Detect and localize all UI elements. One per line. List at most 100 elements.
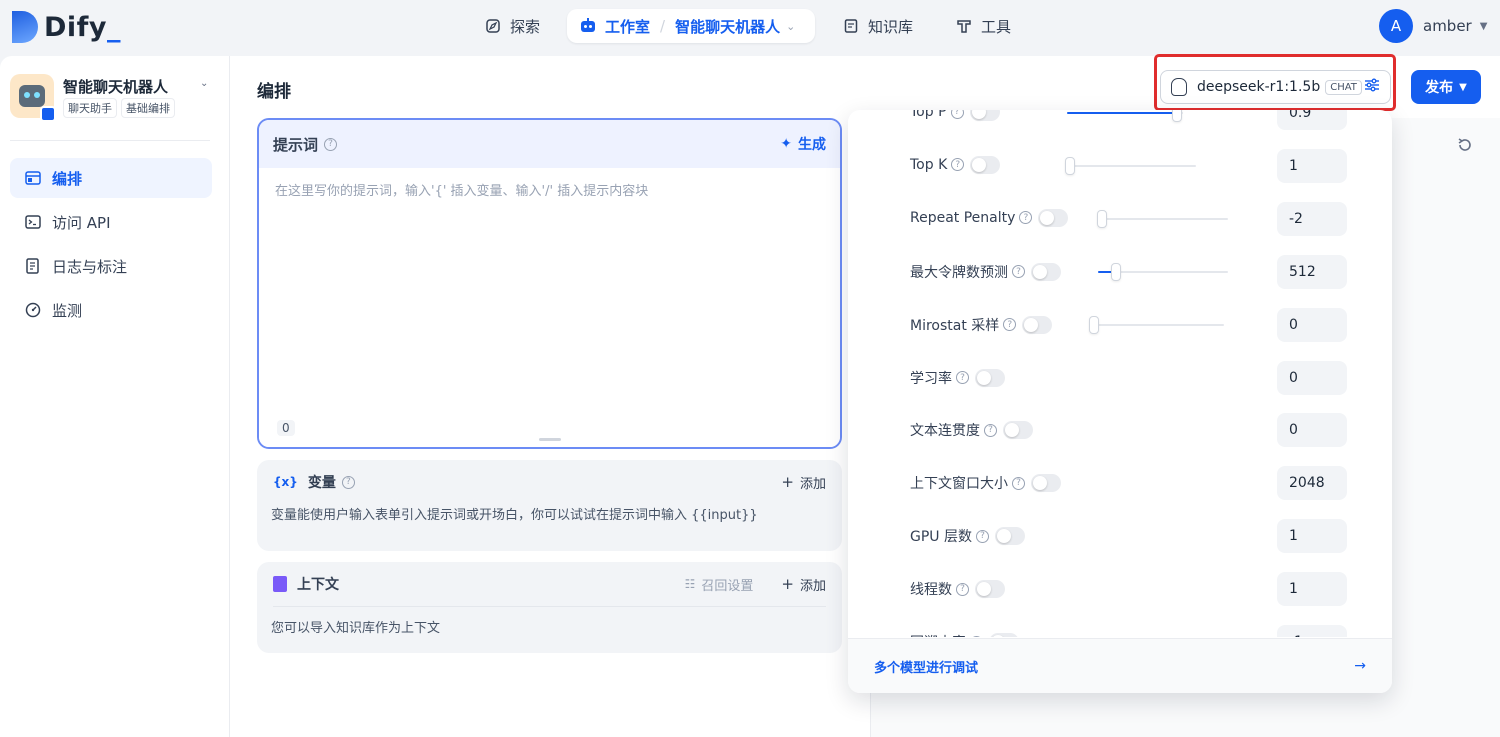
param-value-input[interactable]: 1 xyxy=(1277,148,1347,183)
nav-tools[interactable]: 工具 xyxy=(943,9,1023,43)
prompt-placeholder: 在这里写你的提示词，输入'{' 插入变量、输入'/' 插入提示内容块 xyxy=(275,184,649,199)
slider-thumb[interactable] xyxy=(1097,209,1107,228)
layout-icon xyxy=(24,169,42,187)
param-slider[interactable] xyxy=(1089,315,1224,334)
param-value-input[interactable]: 1 xyxy=(1277,519,1347,554)
help-icon[interactable]: ? xyxy=(970,635,983,637)
sidebar-item-logs[interactable]: 日志与标注 xyxy=(10,246,212,286)
param-value-input[interactable]: -1 xyxy=(1277,625,1347,637)
nav-explore[interactable]: 探索 xyxy=(472,9,552,43)
help-icon[interactable]: ? xyxy=(1003,318,1017,332)
param-value-input[interactable]: 0 xyxy=(1277,307,1347,342)
param-value-input[interactable]: 0 xyxy=(1277,413,1347,448)
param-toggle[interactable] xyxy=(1031,262,1061,281)
param-label: 回溯内容 xyxy=(910,632,966,637)
help-icon[interactable]: ? xyxy=(950,110,964,119)
dify-logo-mark-icon xyxy=(12,11,38,43)
publish-button[interactable]: 发布 ▼ xyxy=(1411,70,1481,104)
param-slider[interactable] xyxy=(1098,262,1228,281)
sliders-icon: ☷ xyxy=(684,577,696,591)
param-value-input[interactable]: 1 xyxy=(1277,572,1347,607)
param-toggle[interactable] xyxy=(1003,421,1033,440)
app-name[interactable]: 智能聊天机器人 xyxy=(63,76,168,97)
slider-thumb[interactable] xyxy=(1065,156,1075,175)
chevron-down-icon: ⌄ xyxy=(786,19,796,33)
param-label: Top K xyxy=(910,156,948,173)
params-list[interactable]: Top P? 0.9 Top K? 1 Repeat Penalty? -2 最大令牌数预测… xyxy=(848,110,1392,637)
model-selector-button[interactable]: deepseek-r1:1.5b CHAT xyxy=(1160,70,1391,104)
add-context-button[interactable]: + 添加 xyxy=(781,575,826,594)
sidebar: 智能聊天机器人 ⌄ 聊天助手 基础编排 编排 访问 API 日志与标注 监测 xyxy=(0,56,230,737)
slider-thumb[interactable] xyxy=(1111,262,1122,281)
compass-icon xyxy=(484,17,502,35)
param-label: 最大令牌数预测 xyxy=(910,264,1008,281)
multi-model-debug-link[interactable]: 多个模型进行调试 xyxy=(874,657,978,676)
generate-button[interactable]: ✦ 生成 xyxy=(780,134,826,154)
slider-thumb[interactable] xyxy=(1089,315,1099,334)
model-name: deepseek-r1:1.5b xyxy=(1197,79,1321,95)
robot-face-icon xyxy=(19,85,45,107)
help-icon[interactable]: ? xyxy=(956,371,969,384)
sidebar-item-orchestrate[interactable]: 编排 xyxy=(10,158,212,198)
help-icon[interactable]: ? xyxy=(324,137,338,151)
prompt-input[interactable]: 在这里写你的提示词，输入'{' 插入变量、输入'/' 插入提示内容块 0 xyxy=(259,168,840,447)
param-label: 上下文窗口大小 xyxy=(910,476,1008,493)
help-icon[interactable]: ? xyxy=(341,475,355,489)
param-row: 学习率? 0 xyxy=(848,360,1392,395)
help-icon[interactable]: ? xyxy=(984,423,997,437)
param-toggle[interactable] xyxy=(975,368,1005,387)
user-menu[interactable]: A amber ▼ xyxy=(1379,8,1487,44)
param-toggle[interactable] xyxy=(1031,474,1061,493)
resize-handle[interactable] xyxy=(539,438,561,441)
terminal-icon xyxy=(24,213,42,231)
param-toggle[interactable] xyxy=(1038,208,1069,227)
refresh-icon[interactable] xyxy=(1456,136,1476,156)
nav-studio[interactable]: 工作室 / 智能聊天机器人 ⌄ xyxy=(567,9,815,43)
param-toggle[interactable] xyxy=(995,527,1025,546)
hammer-icon xyxy=(955,17,973,35)
param-toggle[interactable] xyxy=(975,580,1005,599)
page-title: 编排 xyxy=(257,82,291,102)
slider-fill xyxy=(1067,112,1178,114)
param-value-input[interactable]: 0 xyxy=(1277,360,1347,395)
nav-knowledge[interactable]: 知识库 xyxy=(830,9,925,43)
param-toggle[interactable] xyxy=(969,110,1000,121)
dify-logo[interactable]: Dify_ xyxy=(12,10,121,44)
help-icon[interactable]: ? xyxy=(976,529,989,543)
param-row: 文本连贯度? 0 xyxy=(848,413,1392,448)
add-variable-button[interactable]: + 添加 xyxy=(781,473,826,492)
chat-app-badge-icon xyxy=(40,106,56,122)
param-value-input[interactable]: 2048 xyxy=(1277,466,1347,501)
recall-settings-button[interactable]: ☷ 召回设置 xyxy=(685,575,754,594)
param-toggle[interactable] xyxy=(1022,315,1053,334)
prompt-title: 提示词 xyxy=(273,135,319,154)
param-slider[interactable] xyxy=(1065,156,1196,175)
chevron-down-icon[interactable]: ⌄ xyxy=(200,78,208,89)
help-icon[interactable]: ? xyxy=(1019,211,1033,225)
param-value-input[interactable]: 0.9 xyxy=(1277,110,1347,130)
param-row: 上下文窗口大小? 2048 xyxy=(848,466,1392,501)
help-icon[interactable]: ? xyxy=(1012,265,1025,279)
help-icon[interactable]: ? xyxy=(956,582,969,596)
param-slider[interactable] xyxy=(1097,209,1228,228)
prompt-editor: 提示词 ? ✦ 生成 在这里写你的提示词，输入'{' 插入变量、输入'/' 插入… xyxy=(257,118,842,449)
help-icon[interactable]: ? xyxy=(1012,476,1025,490)
user-name: amber xyxy=(1423,17,1472,35)
help-icon[interactable]: ? xyxy=(951,158,965,172)
gauge-icon xyxy=(24,301,42,319)
slider-thumb[interactable] xyxy=(1172,110,1183,122)
sliders-icon xyxy=(1364,78,1380,96)
param-label: Mirostat 采样 xyxy=(910,317,1000,334)
current-app-switcher[interactable]: 智能聊天机器人 xyxy=(675,16,780,37)
param-slider[interactable] xyxy=(1067,110,1183,122)
param-toggle[interactable] xyxy=(989,633,1019,637)
ollama-icon xyxy=(1171,78,1187,96)
param-value-input[interactable]: -2 xyxy=(1277,201,1347,236)
param-label: Repeat Penalty xyxy=(910,209,1016,226)
sidebar-item-monitor[interactable]: 监测 xyxy=(10,290,212,330)
param-value-input[interactable]: 512 xyxy=(1277,254,1347,289)
sidebar-item-api[interactable]: 访问 API xyxy=(10,202,212,242)
variable-icon: {x} xyxy=(273,475,298,489)
param-toggle[interactable] xyxy=(970,155,1001,174)
multi-model-debug-row[interactable]: 多个模型进行调试 → xyxy=(848,638,1392,693)
